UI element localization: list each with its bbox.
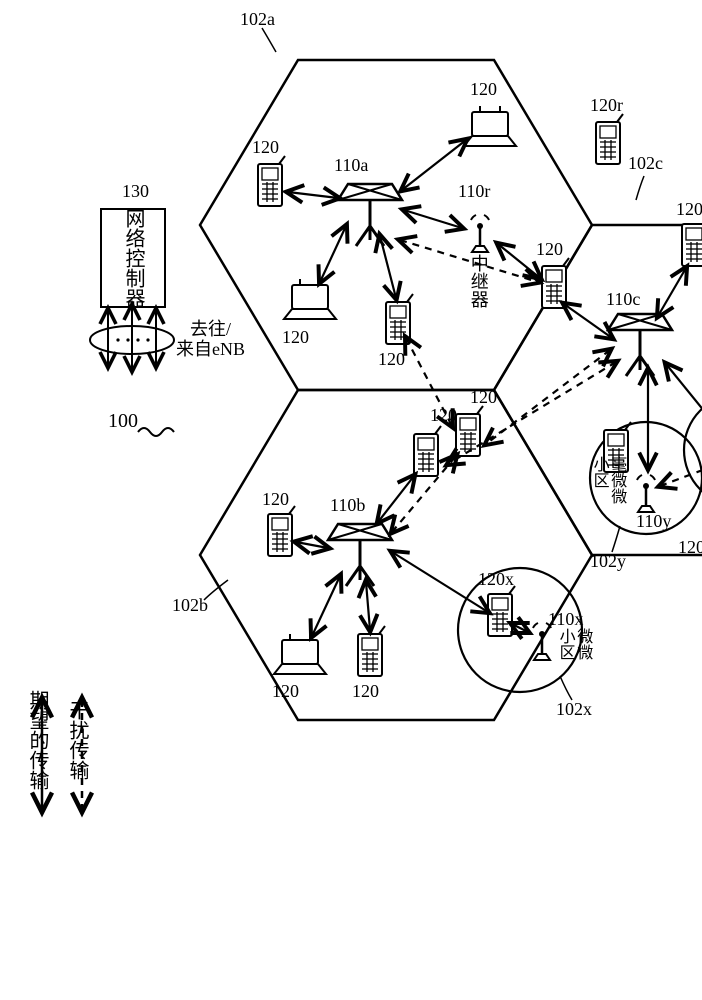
ue-c1 (682, 216, 702, 266)
ue-b4 (456, 406, 483, 456)
lt-a2 (464, 106, 516, 146)
lbl-102y: 102y (590, 552, 626, 572)
lbl-120-6: 120 (262, 490, 289, 510)
lbl-120-9: 120 (430, 406, 457, 426)
lbl-110a: 110a (334, 156, 368, 176)
lbl-110c: 110c (606, 290, 640, 310)
enb-c (608, 314, 672, 376)
ue-a2 (386, 294, 413, 344)
enb-a (338, 184, 402, 246)
fig-ref: 100 (108, 410, 138, 432)
ue-b3 (414, 426, 441, 476)
ctrl-link-text: 去往/ 来自eNB (176, 320, 245, 360)
network-controller: 网络控制器 (100, 208, 166, 308)
ue-a1 (258, 156, 285, 206)
relay-ant (471, 215, 489, 252)
ue-120r (596, 114, 623, 164)
lbl-110y: 110y (636, 512, 671, 532)
ctrl-ref: 130 (122, 182, 149, 202)
lbl-102x: 102x (556, 700, 592, 720)
femto-y-ant (637, 475, 655, 512)
lbl-120-3: 120 (470, 80, 497, 100)
circle-femto-z (684, 394, 702, 506)
lbl-102a: 102a (240, 10, 275, 30)
legend-desired: 期望的传输 (26, 690, 48, 790)
ue-ar (542, 258, 569, 308)
lbl-110x: 110x (548, 610, 583, 630)
femto-y-label: 毫微微 小区 (590, 456, 625, 504)
relay-label: 中继器 (468, 254, 488, 308)
network-controller-label: 网络控制器 (122, 208, 144, 308)
enb-b (328, 524, 392, 586)
lbl-120r: 120r (590, 96, 623, 116)
ue-x (488, 586, 515, 636)
legend-interference: 干扰传输 (66, 700, 88, 780)
ue-b1 (268, 506, 295, 556)
pico-label: 微微 小区 (556, 628, 591, 660)
lbl-110b: 110b (330, 496, 365, 516)
hexes (200, 60, 702, 720)
diagram-stage: { "figureRef": "100", "controller": { "l… (0, 0, 702, 1000)
lbl-120-4: 120 (536, 240, 563, 260)
lbl-120-7: 120 (352, 682, 379, 702)
lbl-120-5: 120 (282, 328, 309, 348)
ue-b2 (358, 626, 385, 676)
lbl-120-11: 120 (676, 200, 702, 220)
lbl-120-8: 120 (272, 682, 299, 702)
lbl-120-1: 120 (252, 138, 279, 158)
lbl-120-2: 120 (378, 350, 405, 370)
hex-c-partial (494, 225, 690, 555)
lbl-102c: 102c (628, 154, 663, 174)
lbl-110r: 110r (458, 182, 490, 202)
lbl-120-10: 120 (470, 388, 497, 408)
lbl-120y: 120y (678, 538, 702, 558)
lt-b (274, 634, 326, 674)
lt-a (284, 279, 336, 319)
lbl-120x: 120x (478, 570, 514, 590)
lbl-102b: 102b (172, 596, 208, 616)
